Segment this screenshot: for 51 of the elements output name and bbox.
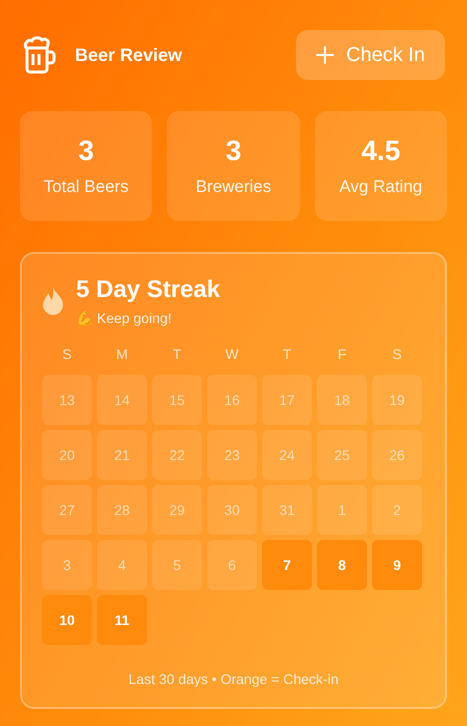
calendar-day: 3 (42, 540, 92, 590)
checked-in-day: 8 (317, 540, 367, 590)
calendar-day: 4 (97, 540, 147, 590)
stat-value: 4.5 (361, 135, 400, 167)
flame-icon (42, 286, 64, 316)
legend-text: Last 30 days • Orange = Check-in (128, 671, 340, 687)
calendar-day: 24 (262, 430, 312, 480)
calendar-day: 31 (262, 485, 312, 535)
stat-label: Breweries (196, 177, 272, 197)
calendar-day: 27 (42, 485, 92, 535)
weekday-label: T (172, 346, 182, 362)
weekday-label: S (391, 346, 403, 362)
calendar-day: 28 (97, 485, 147, 535)
calendar-day: 18 (317, 375, 367, 425)
calendar-day: 5 (152, 540, 202, 590)
beer-mug-icon (23, 36, 57, 74)
app-title: Beer Review (75, 44, 182, 66)
calendar-day: 19 (372, 375, 422, 425)
stat-label: Avg Rating (339, 177, 422, 197)
calendar-day: 2 (372, 485, 422, 535)
calendar-day: 16 (207, 375, 257, 425)
stat-value: 3 (78, 135, 94, 167)
calendar-day: 6 (207, 540, 257, 590)
calendar-day: 22 (152, 430, 202, 480)
calendar-day: 1 (317, 485, 367, 535)
calendar-day: 29 (152, 485, 202, 535)
weekday-label: W (224, 346, 240, 362)
checked-in-day: 10 (42, 595, 92, 645)
streak-title: 5 Day Streak (76, 276, 220, 304)
checked-in-day: 7 (262, 540, 312, 590)
plus-icon (316, 46, 334, 64)
calendar-day: 15 (152, 375, 202, 425)
calendar-day: 26 (372, 430, 422, 480)
calendar-day: 30 (207, 485, 257, 535)
calendar-day: 17 (262, 375, 312, 425)
calendar-day: 13 (42, 375, 92, 425)
calendar-day: 14 (97, 375, 147, 425)
calendar-day: 25 (317, 430, 367, 480)
check-in-button[interactable]: Check In (296, 30, 445, 80)
stat-value: 3 (226, 135, 242, 167)
weekday-label: T (282, 346, 292, 362)
stat-label: Total Beers (44, 177, 129, 197)
weekday-label: M (115, 346, 129, 362)
checked-in-day: 11 (97, 595, 147, 645)
checked-in-day: 9 (372, 540, 422, 590)
streak-subtitle: 💪 Keep going! (76, 310, 173, 326)
weekday-label: F (336, 346, 348, 362)
calendar-day: 21 (97, 430, 147, 480)
calendar-day: 23 (207, 430, 257, 480)
calendar-day: 20 (42, 430, 92, 480)
weekday-label: S (61, 346, 73, 362)
